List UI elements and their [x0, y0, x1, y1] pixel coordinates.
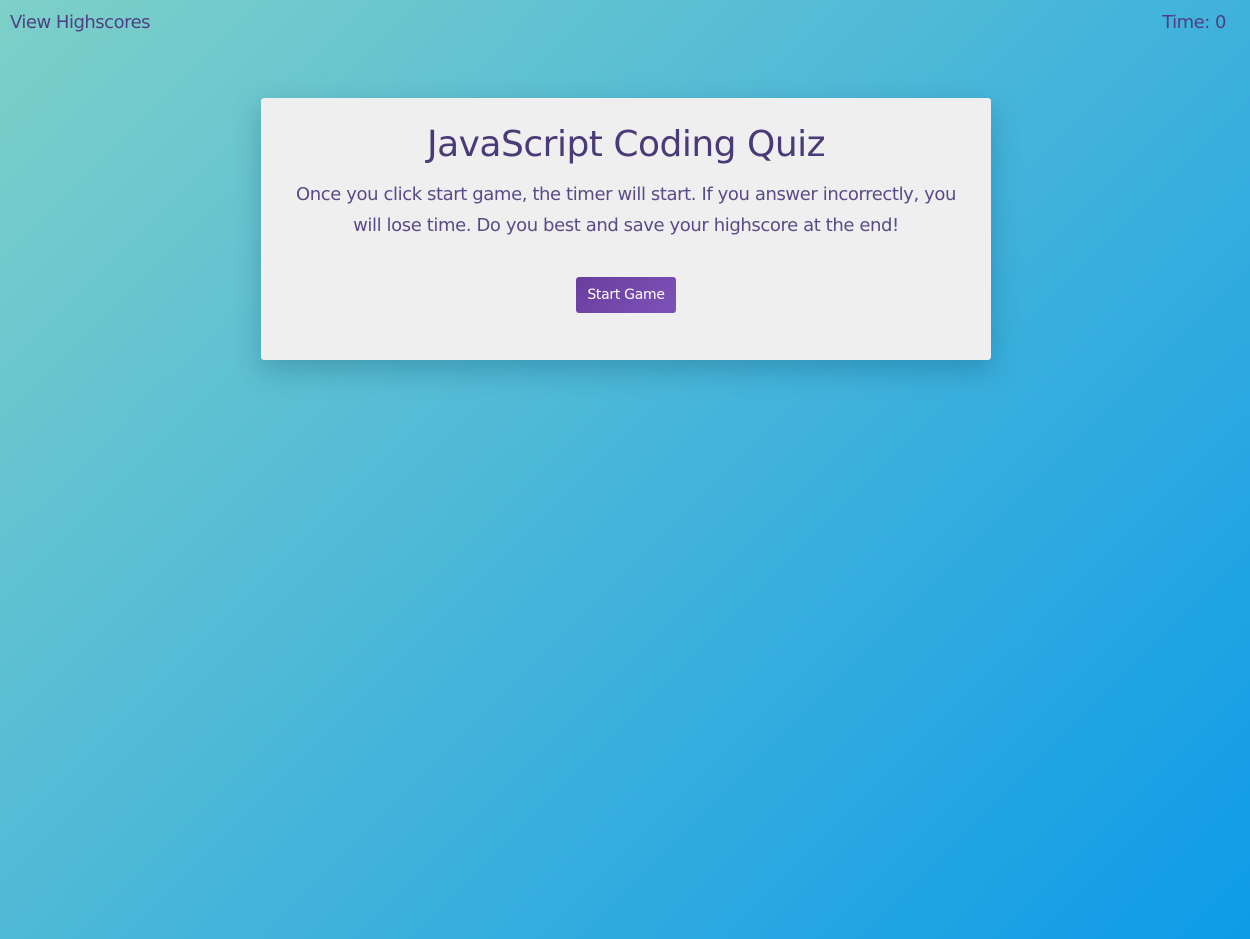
start-game-button[interactable]: Start Game	[576, 277, 676, 313]
view-highscores-link[interactable]: View Highscores	[10, 12, 151, 33]
quiz-instructions: Once you click start game, the timer wil…	[296, 184, 956, 236]
quiz-intro-card: JavaScript Coding Quiz Once you click st…	[261, 98, 991, 360]
quiz-page: { "header": { "highscores_link": "View H…	[0, 0, 1250, 939]
quiz-title: JavaScript Coding Quiz	[426, 124, 826, 165]
timer-display: Time: 0	[1162, 12, 1226, 33]
